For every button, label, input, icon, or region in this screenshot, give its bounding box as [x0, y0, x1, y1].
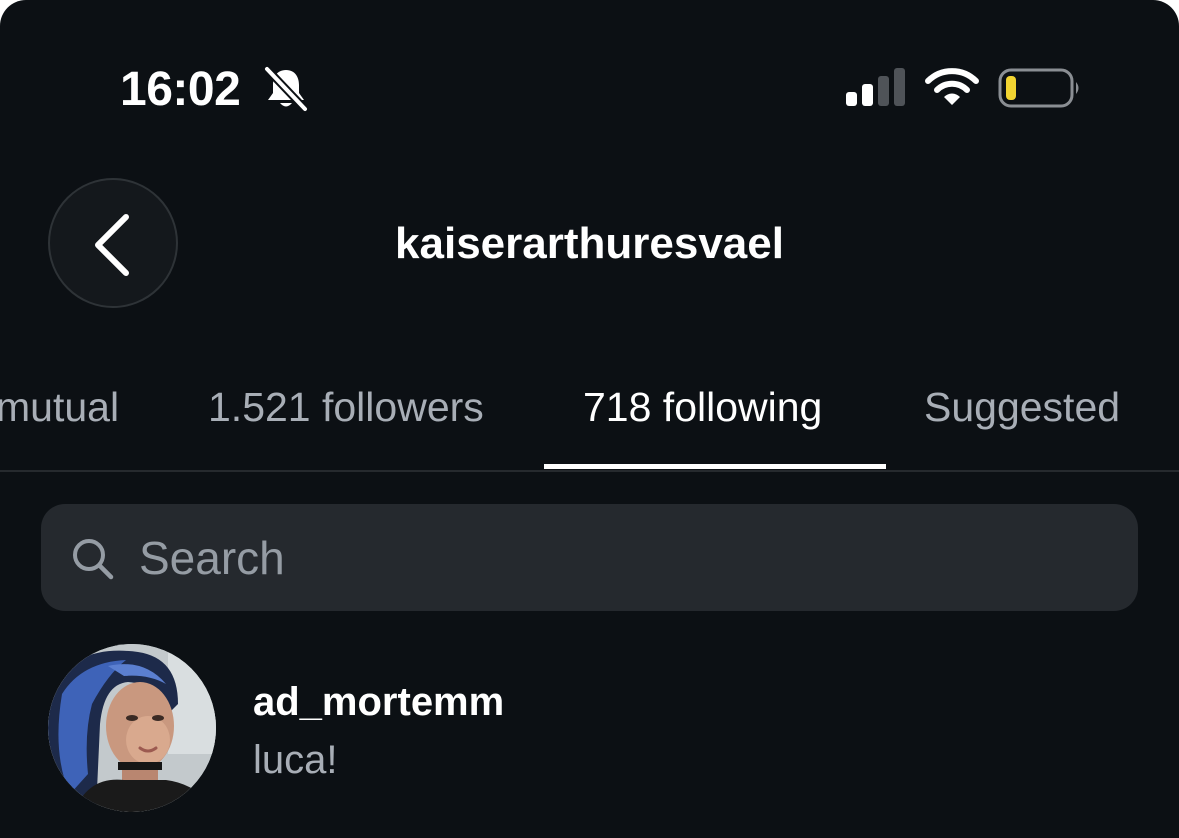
bell-slash-icon: [263, 66, 309, 112]
user-display-name: luca!: [253, 738, 338, 782]
search-placeholder: Search: [139, 532, 285, 584]
tab-suggested[interactable]: Suggested: [924, 380, 1120, 434]
battery-low-icon: [998, 68, 1079, 108]
tab-bar: mutual 1.521 followers 718 following Sug…: [0, 360, 1179, 472]
avatar-photo: [48, 644, 216, 812]
page-title: kaiserarthuresvael: [395, 219, 784, 268]
tab-followers[interactable]: 1.521 followers: [208, 380, 484, 434]
search-input[interactable]: Search: [41, 504, 1138, 611]
cellular-signal-icon: [846, 68, 905, 106]
avatar[interactable]: [48, 644, 216, 812]
tab-following[interactable]: 718 following: [583, 380, 822, 434]
username[interactable]: ad_mortemm: [253, 676, 504, 728]
search-icon: [73, 539, 114, 580]
wifi-icon: [925, 68, 979, 105]
active-tab-indicator: [544, 464, 886, 469]
following-screen: 16:02 kaiserarthuresvael mutual 1.521 fo…: [0, 0, 1179, 838]
status-time: 16:02: [120, 63, 241, 116]
list-item[interactable]: ad_mortemm luca!: [0, 630, 1179, 838]
tab-mutual[interactable]: mutual: [0, 380, 119, 434]
